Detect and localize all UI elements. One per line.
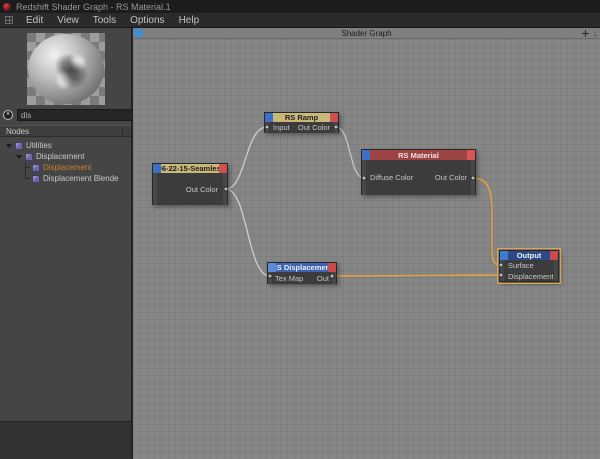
node-corner-red	[550, 251, 558, 260]
tree-item-label: Displacement Blende	[43, 174, 119, 183]
node-ramp-titlebar[interactable]: RS Ramp	[265, 113, 338, 122]
tree-connector	[21, 173, 31, 184]
node-corner-blue	[362, 150, 370, 160]
menu-edit[interactable]: Edit	[21, 13, 52, 27]
wire-ramp-to-material[interactable]	[336, 127, 364, 178]
expand-arrow-icon[interactable]	[16, 155, 22, 159]
port-output-surface[interactable]	[499, 263, 504, 268]
expand-arrow-icon[interactable]	[6, 144, 12, 148]
preview-sphere-image	[28, 34, 104, 104]
output-label: Out Color	[298, 123, 330, 132]
output-label: Out	[317, 274, 329, 283]
nodes-tree: Utilities Displacement Displacement Disp…	[0, 137, 131, 421]
wire-seamless-to-displacement[interactable]	[226, 189, 270, 276]
node-material-titlebar[interactable]: RS Material	[362, 150, 475, 160]
node-body: Diffuse Color Out Color	[362, 160, 475, 195]
port-material-outcolor[interactable]	[471, 176, 476, 181]
menu-view[interactable]: View	[52, 13, 88, 27]
node-body: Tex Map Out	[268, 272, 336, 284]
node-corner-blue	[153, 164, 161, 173]
input-label: Diffuse Color	[370, 173, 413, 182]
graph-header-title: Shader Graph	[341, 29, 391, 38]
tree-item-displacement-group[interactable]: Displacement	[0, 151, 131, 162]
tree-item-label: Utilities	[26, 141, 52, 150]
node-item-icon	[32, 175, 40, 183]
node-category-icon	[25, 153, 33, 161]
search-row: ×	[0, 106, 131, 123]
nodes-panel-header[interactable]: Nodes	[0, 125, 131, 137]
tree-item-label-highlighted: Displacement	[43, 163, 91, 172]
port-ramp-outcolor[interactable]	[334, 125, 339, 130]
menu-grid-icon[interactable]	[5, 16, 13, 24]
node-title-text: RS Ramp	[285, 113, 318, 122]
node-rs-ramp[interactable]: RS Ramp Input Out Color	[264, 112, 339, 133]
node-seamless-titlebar[interactable]: -06-22-15-Seamless	[153, 164, 227, 173]
node-corner-red	[219, 164, 227, 173]
tree-item-label: Displacement	[36, 152, 84, 161]
input-label: Tex Map	[275, 274, 303, 283]
node-title-text: Output	[517, 251, 542, 260]
window-titlebar: Redshift Shader Graph - RS Material.1	[0, 0, 600, 13]
node-body: Surface Displacement	[500, 260, 558, 281]
wire-layer	[133, 39, 600, 459]
node-corner-red	[467, 150, 475, 160]
move-panel-icon[interactable]	[582, 30, 589, 37]
node-title-text: RS Displacement	[271, 263, 332, 272]
node-title-text: RS Material	[398, 151, 439, 160]
node-corner-red	[330, 113, 338, 122]
node-category-icon	[15, 142, 23, 150]
panel-accent-square	[134, 29, 143, 37]
graph-panel: Shader Graph ↓ -06-22-15-Seamless	[133, 28, 600, 459]
collapse-panel-icon[interactable]: ↓	[593, 30, 597, 37]
sidebar-bottom-panel	[0, 421, 131, 459]
node-corner-blue	[265, 113, 273, 122]
menu-tools[interactable]: Tools	[88, 13, 125, 27]
wire-displacement-to-output[interactable]	[332, 275, 501, 276]
node-corner-red	[328, 263, 336, 272]
node-output-titlebar[interactable]: Output	[500, 251, 558, 260]
input-label: Surface	[508, 261, 534, 270]
node-rs-material[interactable]: RS Material Diffuse Color Out Color	[361, 149, 476, 195]
graph-canvas[interactable]: -06-22-15-Seamless Out Color RS Ramp	[133, 39, 600, 459]
menu-bar: Edit View Tools Options Help	[0, 13, 600, 28]
port-output-displacement[interactable]	[499, 273, 504, 278]
tree-item-displacement[interactable]: Displacement	[0, 162, 131, 173]
graph-header-icons: ↓	[582, 28, 597, 38]
menu-help[interactable]: Help	[174, 13, 209, 27]
node-body: Input Out Color	[265, 122, 338, 133]
window-title: Redshift Shader Graph - RS Material.1	[16, 2, 171, 12]
node-body: Out Color	[153, 173, 227, 205]
input-label: Displacement	[508, 272, 553, 281]
port-ramp-input[interactable]	[265, 125, 270, 130]
tree-item-displacement-blender[interactable]: Displacement Blende	[0, 173, 131, 184]
port-seamless-outcolor[interactable]	[224, 187, 229, 192]
node-item-icon	[32, 164, 40, 172]
output-label: Out Color	[435, 173, 467, 182]
menu-options[interactable]: Options	[125, 13, 173, 27]
node-seamless-texture[interactable]: -06-22-15-Seamless Out Color	[152, 163, 228, 205]
search-input[interactable]	[17, 109, 135, 121]
tree-item-utilities[interactable]: Utilities	[0, 140, 131, 151]
node-title-text: -06-22-15-Seamless	[155, 164, 225, 173]
material-preview	[27, 33, 105, 105]
nodes-panel-title: Nodes	[6, 127, 29, 136]
node-displacement-titlebar[interactable]: RS Displacement	[268, 263, 336, 272]
output-label: Out Color	[186, 185, 218, 194]
port-displacement-out[interactable]	[330, 274, 335, 279]
graph-header[interactable]: Shader Graph ↓	[133, 28, 600, 39]
node-rs-displacement[interactable]: RS Displacement Tex Map Out	[267, 262, 337, 284]
wire-material-to-output-surface[interactable]	[473, 178, 501, 265]
node-corner-blue	[268, 263, 276, 272]
port-material-diffusecolor[interactable]	[362, 176, 367, 181]
clear-search-icon[interactable]: ×	[3, 110, 13, 120]
port-displacement-texmap[interactable]	[268, 274, 273, 279]
main-content: × Nodes Utilities Displacement Displacem…	[0, 28, 600, 459]
node-output[interactable]: Output Surface Displacement	[499, 250, 559, 282]
redshift-logo-icon	[3, 3, 11, 11]
node-corner-blue	[500, 251, 508, 260]
tree-connector	[21, 162, 31, 173]
wire-seamless-to-ramp[interactable]	[226, 127, 267, 189]
input-label: Input	[273, 123, 290, 132]
sidebar: × Nodes Utilities Displacement Displacem…	[0, 28, 133, 459]
